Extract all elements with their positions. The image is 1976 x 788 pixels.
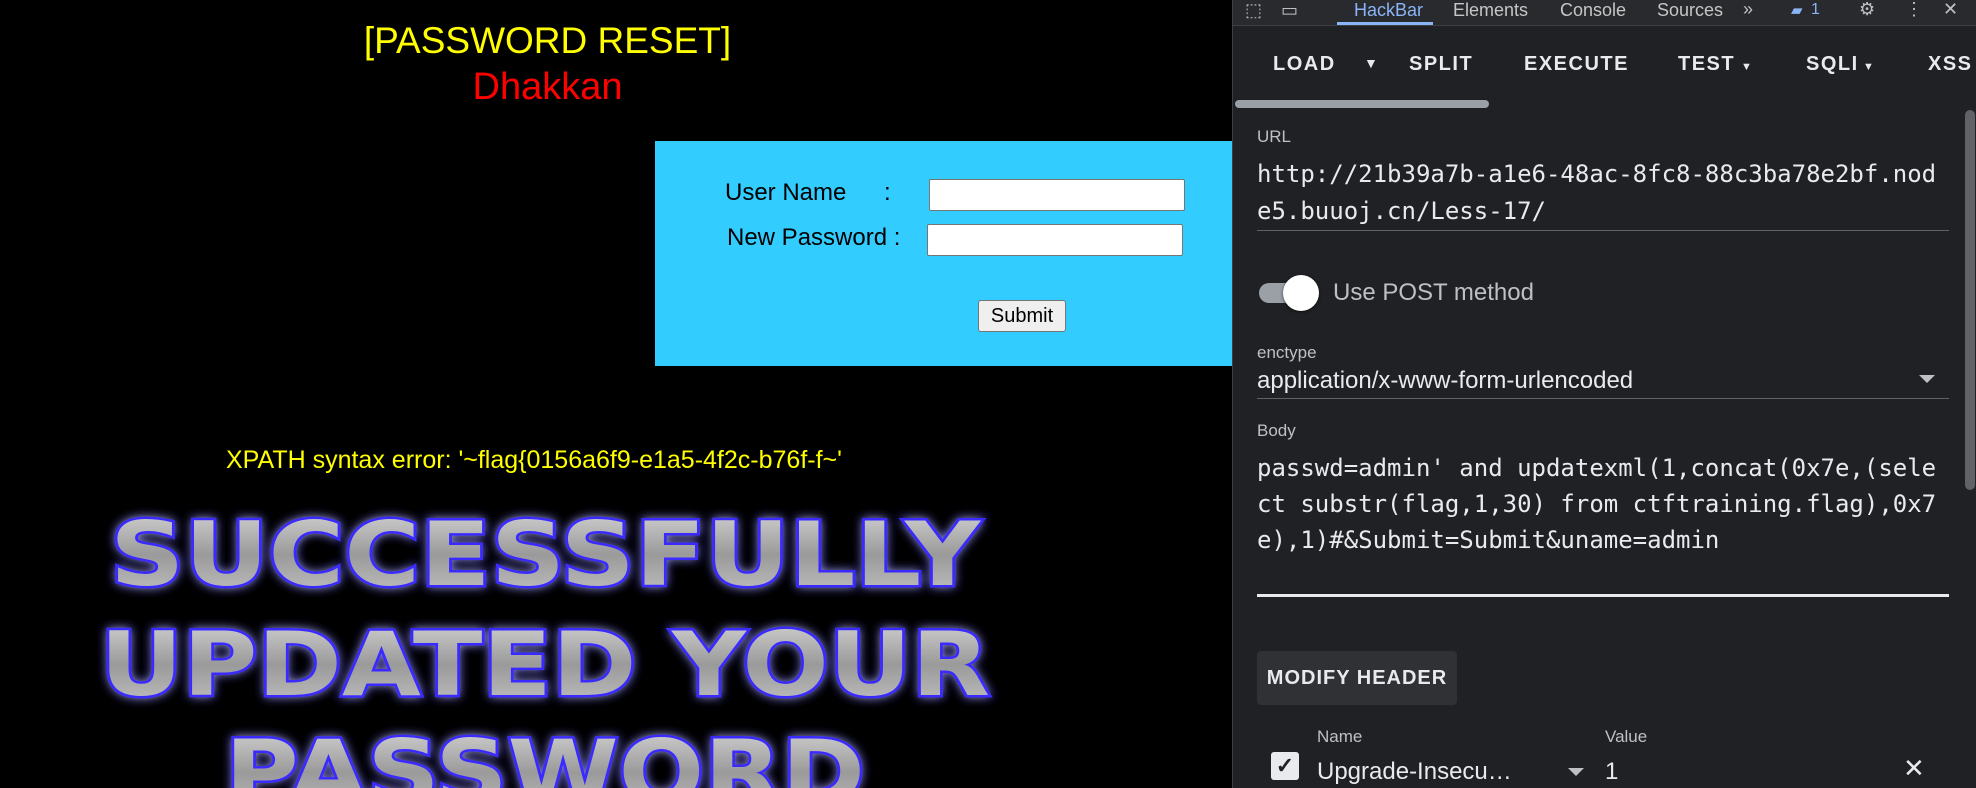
execute-button[interactable]: EXECUTE [1524,53,1629,77]
xpath-error-message: XPATH syntax error: '~flag{0156a6f9-e1a5… [226,446,842,474]
success-banner-image: SUCCESSFULLY UPDATED YOUR PASSWORD [98,505,993,788]
web-page: [PASSWORD RESET] Dhakkan User Name : New… [0,0,1232,788]
remove-header-icon[interactable]: ✕ [1903,753,1925,784]
vertical-scrollbar[interactable] [1965,110,1975,490]
header-name-input[interactable]: Upgrade-Insecu… [1317,758,1512,786]
new-password-input[interactable] [927,224,1183,256]
xss-button[interactable]: XSS [1928,53,1973,77]
modify-header-button[interactable]: MODIFY HEADER [1257,651,1457,705]
header-name-label: Name [1317,727,1363,746]
url-label: URL [1257,127,1292,146]
settings-gear-icon[interactable]: ⚙ [1859,0,1875,18]
reset-form: User Name : New Password : Submit [655,141,1232,366]
device-toggle-icon[interactable]: ▭ [1281,1,1298,19]
success-banner-line-2: UPDATED YOUR [100,613,990,716]
enctype-select[interactable]: application/x-www-form-urlencoded [1257,367,1633,395]
messages-icon[interactable]: ▰ [1791,2,1803,20]
double-chevron-icon[interactable]: » [1743,0,1753,18]
devtools-panel: ⬚ ▭ HackBar Elements Console Sources » ▰… [1232,0,1976,788]
username-label: User Name [725,179,847,206]
devtools-tabbar: ⬚ ▭ HackBar Elements Console Sources » ▰… [1233,0,1976,26]
sqli-button[interactable]: SQLI [1806,53,1859,77]
test-dropdown-icon: ▼ [1741,61,1752,73]
header-value-input[interactable]: 1 [1605,758,1618,786]
username-colon: : [884,179,891,206]
tab-sources[interactable]: Sources [1657,1,1723,27]
sqli-dropdown-icon: ▼ [1863,61,1874,73]
test-button[interactable]: TEST [1678,53,1735,77]
kebab-menu-icon[interactable]: ⋮ [1905,0,1923,18]
new-password-label: New Password : [727,224,901,251]
tab-elements[interactable]: Elements [1453,1,1528,27]
horizontal-scrollbar[interactable] [1235,100,1489,108]
header-value-label: Value [1605,727,1648,746]
success-banner-line-3: PASSWORD [225,721,865,788]
url-input[interactable]: http://21b39a7b-a1e6-48ac-8fc8-88c3ba78e… [1257,156,1947,230]
post-toggle-knob[interactable] [1283,275,1319,311]
username-input[interactable] [929,179,1185,211]
body-underline [1257,594,1949,597]
tab-console[interactable]: Console [1560,1,1626,27]
enctype-underline [1257,398,1949,399]
page-subtitle: Dhakkan [472,66,623,108]
success-banner-line-1: SUCCESSFULLY [110,505,981,606]
post-method-label[interactable]: Use POST method [1333,279,1534,307]
page-title: [PASSWORD RESET] [363,20,732,61]
body-label: Body [1257,421,1296,440]
enctype-dropdown-icon[interactable] [1919,375,1935,383]
inspect-icon[interactable]: ⬚ [1245,1,1262,19]
header-name-dropdown-icon[interactable] [1568,768,1584,776]
load-button[interactable]: LOAD [1273,53,1336,77]
active-tab-indicator [1337,22,1433,25]
url-underline [1257,230,1949,231]
header-enabled-checkbox[interactable]: ✓ [1271,752,1299,780]
messages-badge: 1 [1811,1,1820,18]
close-icon[interactable]: ✕ [1943,0,1958,18]
submit-button[interactable]: Submit [978,300,1066,332]
load-dropdown-icon[interactable]: ▼ [1364,54,1378,72]
enctype-label: enctype [1257,343,1317,362]
split-button[interactable]: SPLIT [1409,53,1473,77]
body-textarea[interactable]: passwd=admin' and updatexml(1,concat(0x7… [1257,450,1947,558]
